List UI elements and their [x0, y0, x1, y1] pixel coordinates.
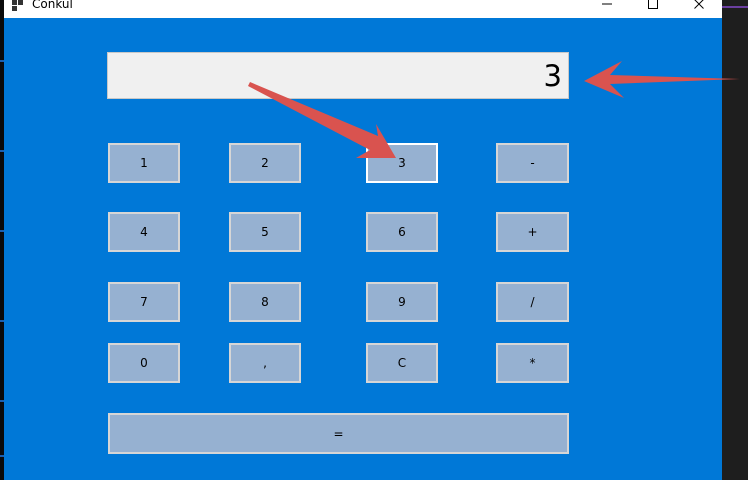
key-multiply[interactable]: * [496, 343, 569, 383]
background-strip-right [722, 0, 748, 480]
key-8[interactable]: 8 [229, 282, 301, 322]
key-clear[interactable]: C [366, 343, 438, 383]
maximize-button[interactable] [630, 0, 676, 18]
title-bar[interactable]: Conkul [4, 0, 722, 18]
key-comma[interactable]: , [229, 343, 301, 383]
key-plus[interactable]: + [496, 212, 569, 252]
key-divide[interactable]: / [496, 282, 569, 322]
maximize-icon [648, 0, 658, 9]
key-0[interactable]: 0 [108, 343, 180, 383]
app-icon [12, 0, 24, 11]
window-title: Conkul [32, 0, 73, 11]
key-6[interactable]: 6 [366, 212, 438, 252]
key-9[interactable]: 9 [366, 282, 438, 322]
close-icon [694, 0, 704, 9]
key-1[interactable]: 1 [108, 143, 180, 183]
minimize-icon [602, 3, 612, 5]
calculator-window: Conkul 3 1 2 3 - 4 5 6 + 7 8 9 / 0 , C *… [4, 0, 722, 480]
key-2[interactable]: 2 [229, 143, 301, 183]
close-button[interactable] [676, 0, 722, 18]
key-7[interactable]: 7 [108, 282, 180, 322]
key-5[interactable]: 5 [229, 212, 301, 252]
key-4[interactable]: 4 [108, 212, 180, 252]
key-equals[interactable]: = [108, 413, 569, 454]
key-minus[interactable]: - [496, 143, 569, 183]
minimize-button[interactable] [584, 0, 630, 18]
display-field[interactable]: 3 [107, 52, 569, 99]
key-3[interactable]: 3 [366, 143, 438, 183]
